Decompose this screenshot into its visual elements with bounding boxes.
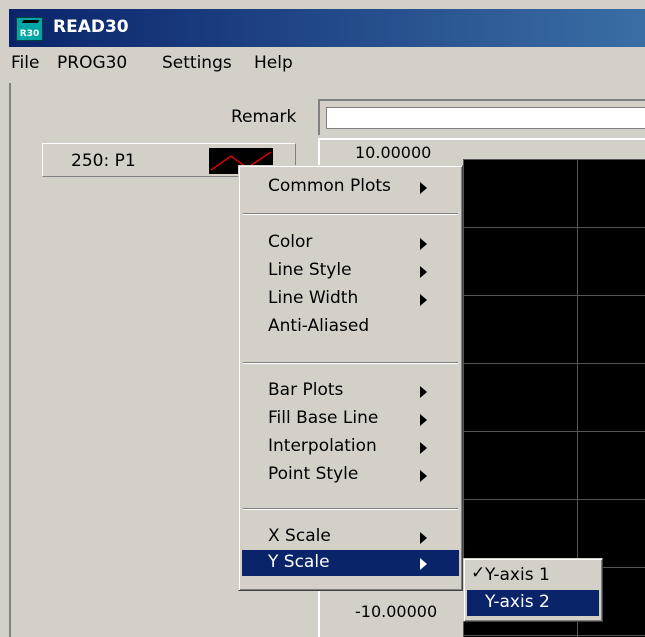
menu-prog30[interactable]: PROG30	[57, 53, 127, 73]
title-bar: R30 READ30	[9, 9, 645, 47]
submenu-arrow-icon	[420, 470, 427, 482]
menu-separator	[243, 213, 458, 215]
submenu-arrow-icon	[420, 442, 427, 454]
remark-input-box[interactable]	[326, 107, 645, 129]
menu-item-line-style[interactable]: Line Style	[242, 258, 459, 284]
submenu-arrow-icon	[420, 266, 427, 278]
r30-app-icon[interactable]: R30	[16, 17, 43, 41]
menu-settings[interactable]: Settings	[162, 53, 232, 73]
y-axis-max-label: 10.00000	[355, 143, 432, 162]
y-scale-submenu: ✓ Y-axis 1 Y-axis 2	[463, 558, 603, 622]
menu-item-interpolation[interactable]: Interpolation	[242, 434, 459, 460]
checkmark-icon: ✓	[471, 563, 486, 583]
window-title: READ30	[53, 17, 129, 37]
submenu-arrow-icon	[420, 238, 427, 250]
plot-context-menu: Common Plots Color Line Style Line Width…	[238, 165, 463, 591]
menu-item-x-scale[interactable]: X Scale	[242, 524, 459, 550]
menu-item-y-axis-1[interactable]: ✓ Y-axis 1	[467, 563, 599, 589]
menu-item-color[interactable]: Color	[242, 230, 459, 256]
app-icon-text: R30	[19, 29, 40, 39]
remark-label: Remark	[231, 107, 297, 127]
submenu-arrow-icon	[420, 294, 427, 306]
submenu-arrow-icon	[420, 532, 427, 544]
bird-icon	[18, 20, 40, 29]
menu-item-y-scale[interactable]: Y Scale	[242, 550, 459, 576]
menu-item-fill-base-line[interactable]: Fill Base Line	[242, 406, 459, 432]
menu-separator	[243, 508, 458, 510]
submenu-arrow-icon	[420, 182, 427, 194]
menu-item-bar-plots[interactable]: Bar Plots	[242, 378, 459, 404]
submenu-arrow-icon	[420, 558, 427, 570]
menu-file[interactable]: File	[11, 53, 39, 73]
remark-input[interactable]	[318, 99, 645, 135]
menu-item-y-axis-2[interactable]: Y-axis 2	[467, 590, 599, 616]
menu-item-anti-aliased[interactable]: Anti-Aliased	[242, 314, 459, 340]
submenu-arrow-icon	[420, 414, 427, 426]
plot-legend-label: 250: P1	[71, 151, 136, 171]
menu-separator	[243, 362, 458, 364]
submenu-arrow-icon	[420, 386, 427, 398]
menu-bar: File PROG30 Settings Help	[9, 47, 645, 81]
y-axis-min-label: -10.00000	[355, 602, 438, 621]
menu-help[interactable]: Help	[254, 53, 293, 73]
menu-item-common-plots[interactable]: Common Plots	[242, 174, 459, 200]
menu-item-point-style[interactable]: Point Style	[242, 462, 459, 488]
menu-item-line-width[interactable]: Line Width	[242, 286, 459, 312]
